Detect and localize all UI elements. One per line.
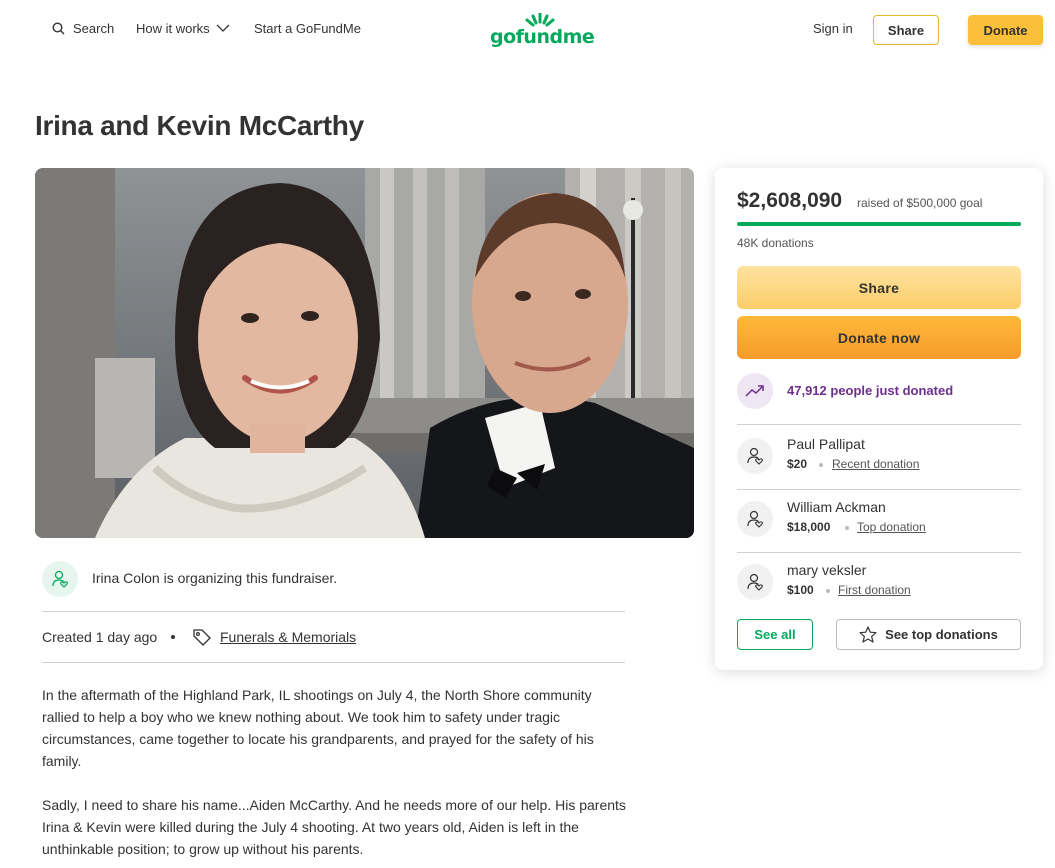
header-share-button[interactable]: Share: [873, 15, 939, 45]
progress-bar: [737, 222, 1021, 226]
donation-card: $2,608,090 raised of $500,000 goal 48K d…: [715, 168, 1043, 670]
organizer-text: Irina Colon is organizing this fundraise…: [92, 570, 338, 586]
chevron-down-icon: [216, 24, 230, 32]
separator-dot: [845, 526, 849, 530]
how-it-works-menu[interactable]: How it works: [136, 21, 230, 36]
trending-up-icon: [745, 385, 764, 397]
sun-logo-icon: [525, 13, 555, 27]
donor-amount: $100: [787, 583, 814, 597]
divider: [42, 662, 625, 663]
story-paragraph: Sadly, I need to share his name...Aiden …: [42, 797, 626, 857]
donation-tag-link[interactable]: First donation: [838, 583, 911, 597]
trending-badge: [737, 373, 773, 409]
user-heart-icon: [52, 570, 68, 588]
donor-item: William Ackman $18,000 Top donation: [737, 495, 1021, 545]
donor-avatar: [737, 501, 773, 537]
divider: [737, 424, 1021, 425]
campaign-photo: [35, 168, 694, 538]
donor-item: mary veksler $100 First donation: [737, 558, 1021, 608]
separator-dot: [826, 589, 830, 593]
user-heart-icon: [747, 510, 763, 528]
progress-fill: [737, 222, 1021, 226]
logo-wordmark: gofundme: [490, 26, 595, 48]
donations-count: 48K donations: [737, 236, 814, 250]
search-label: Search: [73, 21, 115, 36]
how-it-works-label: How it works: [136, 21, 210, 36]
divider: [737, 489, 1021, 490]
user-heart-icon: [747, 573, 763, 591]
search-link[interactable]: Search: [52, 21, 114, 36]
gofundme-logo[interactable]: gofundme: [490, 13, 595, 49]
recent-donors-count: 47,912 people just donated: [787, 383, 954, 398]
divider: [42, 611, 625, 612]
tag-icon: [193, 629, 211, 646]
divider: [737, 552, 1021, 553]
sign-in-link[interactable]: Sign in: [813, 21, 853, 36]
donor-amount: $18,000: [787, 520, 831, 534]
organizer-avatar: [42, 561, 78, 597]
donate-now-button[interactable]: Donate now: [737, 316, 1021, 359]
see-all-button[interactable]: See all: [737, 619, 813, 650]
see-top-donations-label: See top donations: [885, 627, 998, 642]
separator-dot: [819, 463, 823, 467]
see-top-donations-button[interactable]: See top donations: [836, 619, 1021, 650]
search-icon: [52, 22, 65, 35]
couple-photo-illustration: [35, 168, 694, 538]
category-link[interactable]: Funerals & Memorials: [220, 629, 356, 645]
goal-text: raised of $500,000 goal: [857, 196, 983, 210]
story-paragraph: In the aftermath of the Highland Park, I…: [42, 687, 594, 769]
top-navigation: Search How it works Start a GoFundMe gof…: [0, 0, 1055, 60]
start-gofundme-link[interactable]: Start a GoFundMe: [254, 21, 361, 36]
user-heart-icon: [747, 447, 763, 465]
donor-amount: $20: [787, 457, 808, 471]
donor-avatar: [737, 438, 773, 474]
raised-amount: $2,608,090: [737, 189, 843, 212]
campaign-story: In the aftermath of the Highland Park, I…: [42, 684, 632, 868]
donor-name: Paul Pallipat: [787, 436, 865, 452]
donor-item: Paul Pallipat $20 Recent donation: [737, 432, 1021, 482]
donation-tag-link[interactable]: Top donation: [857, 520, 926, 534]
donor-avatar: [737, 564, 773, 600]
header-donate-button[interactable]: Donate: [968, 15, 1043, 45]
donor-name: William Ackman: [787, 499, 886, 515]
star-icon: [859, 626, 877, 643]
separator-dot: [171, 635, 175, 639]
created-date: Created 1 day ago: [42, 629, 158, 645]
campaign-title: Irina and Kevin McCarthy: [35, 110, 364, 141]
donor-name: mary veksler: [787, 562, 867, 578]
share-button[interactable]: Share: [737, 266, 1021, 309]
donation-tag-link[interactable]: Recent donation: [832, 457, 919, 471]
